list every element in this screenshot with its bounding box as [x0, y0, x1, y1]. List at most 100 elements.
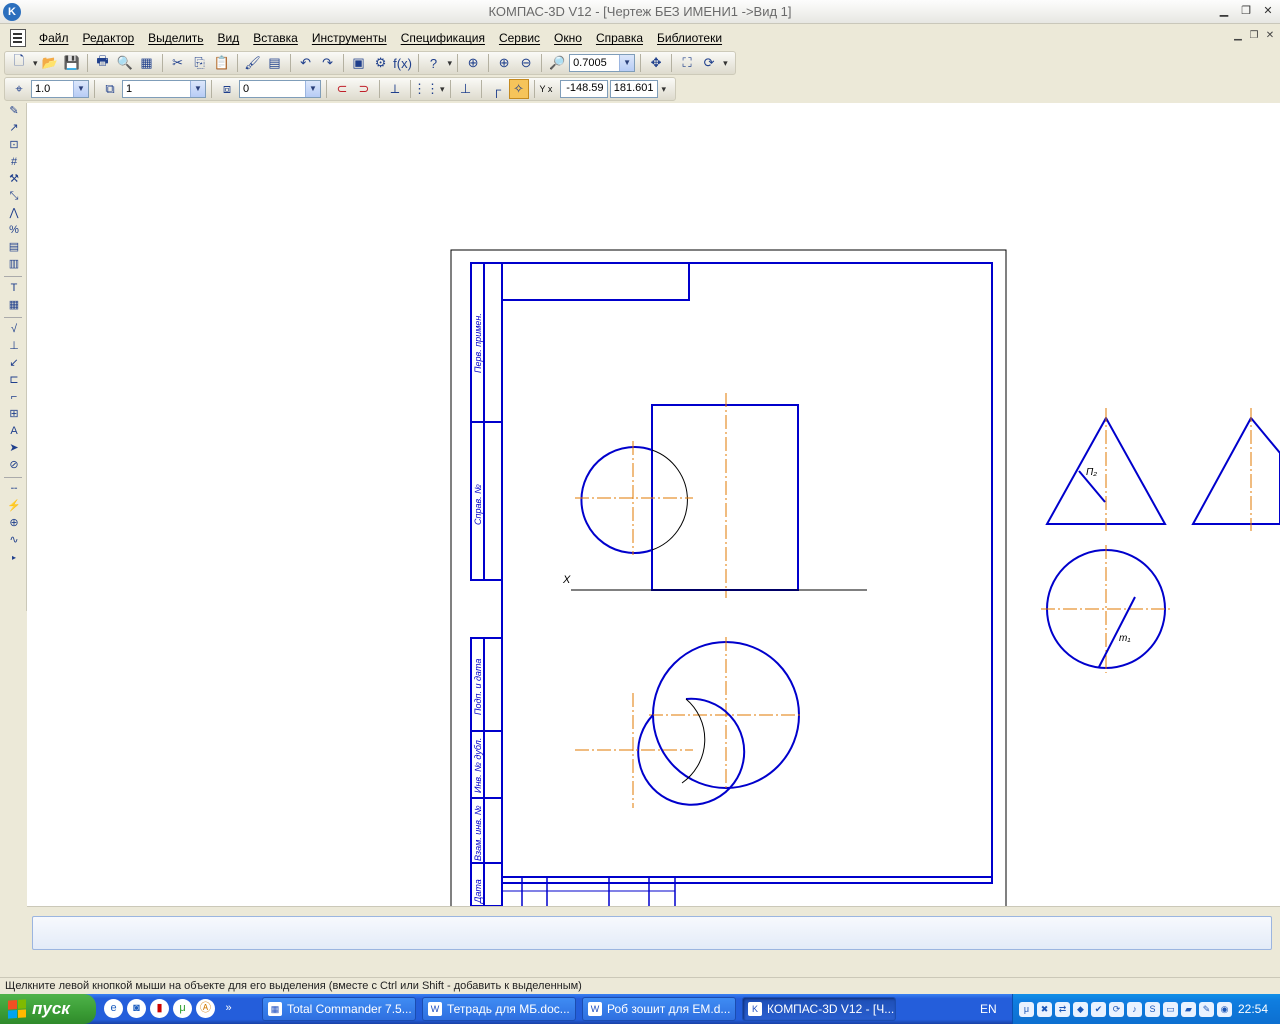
text-input-icon[interactable]: T	[3, 280, 25, 297]
zoom-scale-icon[interactable]: 🔎	[547, 53, 567, 73]
menu-window[interactable]: Окно	[547, 31, 589, 45]
property-bar[interactable]	[32, 916, 1272, 950]
selection-icon[interactable]: ⋀	[3, 205, 25, 222]
help-dropdown-icon[interactable]: ▾	[448, 58, 453, 69]
start-button[interactable]: пуск	[0, 994, 96, 1024]
menu-service[interactable]: Сервис	[492, 31, 547, 45]
properties-icon[interactable]: ▤	[265, 53, 285, 73]
roughness-icon[interactable]: √	[3, 321, 25, 338]
task-total-commander[interactable]: ▦ Total Commander 7.5...	[262, 997, 416, 1021]
refresh-icon[interactable]: ⟳	[699, 53, 719, 73]
undo-icon[interactable]: ↶	[296, 53, 316, 73]
coord-x-field[interactable]: -148.59	[559, 80, 608, 98]
maximize-icon[interactable]: ❐	[1238, 3, 1254, 19]
ortho-icon[interactable]: ⟂	[385, 79, 405, 99]
measure-icon[interactable]: ⤡	[3, 188, 25, 205]
tray-camera-icon[interactable]: ◉	[1217, 1001, 1232, 1017]
doc-close-icon[interactable]: ✕	[1264, 30, 1276, 44]
editing-icon[interactable]: #	[3, 154, 25, 171]
step-dropdown-icon[interactable]: ▼	[73, 81, 88, 97]
zoom-window-icon[interactable]: ⊕	[463, 53, 483, 73]
tray-update-icon[interactable]: ⟳	[1109, 1001, 1124, 1017]
redo-icon[interactable]: ↷	[318, 53, 338, 73]
format-brush-icon[interactable]: 🖌	[243, 53, 263, 73]
round-mode-icon[interactable]: ✧	[508, 79, 529, 99]
tray-monitor-icon[interactable]: ▭	[1163, 1001, 1178, 1017]
quicklaunch-more-icon[interactable]: »	[219, 999, 238, 1018]
wave-line-icon[interactable]: ∿	[3, 532, 25, 549]
pan-icon[interactable]: ✥	[646, 53, 666, 73]
axis-icon[interactable]: A	[3, 423, 25, 440]
centerline-icon[interactable]: ╌	[3, 481, 25, 498]
tray-volume-icon[interactable]: ♪	[1127, 1001, 1142, 1017]
center-mark-icon[interactable]: ⊕	[3, 515, 25, 532]
task-word-doc-2[interactable]: W Роб зошит для ЕМ.d...	[582, 997, 736, 1021]
clock[interactable]: 22:54	[1238, 1002, 1268, 1016]
snap-local-icon[interactable]: ⊃	[354, 79, 374, 99]
toolbar2-more-icon[interactable]: ▾	[662, 84, 667, 95]
minimize-icon[interactable]: ▁	[1216, 3, 1232, 19]
position-icon[interactable]: ⊏	[3, 372, 25, 389]
new-dropdown-icon[interactable]: ▾	[33, 58, 38, 69]
context-help-icon[interactable]: ?	[424, 53, 444, 73]
reports-icon[interactable]: ▥	[3, 256, 25, 273]
variables-icon[interactable]: f(x)	[393, 53, 413, 73]
open-folder-icon[interactable]: 📂	[40, 53, 60, 73]
layers-icon[interactable]: ⧈	[217, 79, 237, 99]
orthogonal-mode-icon[interactable]: ┌	[487, 79, 507, 99]
cursor-step-icon[interactable]: ⌖	[9, 79, 29, 99]
ie-icon[interactable]: e	[104, 999, 123, 1018]
layer-state-icon[interactable]: ⧉	[100, 79, 120, 99]
cut-line-icon[interactable]: ⊘	[3, 457, 25, 474]
pdf-icon[interactable]: ▮	[150, 999, 169, 1018]
utorrent-icon[interactable]: μ	[173, 999, 192, 1018]
show-all-icon[interactable]: ⛶	[677, 53, 697, 73]
associative-views-icon[interactable]: %	[3, 222, 25, 239]
view-arrow-icon[interactable]: ➤	[3, 440, 25, 457]
toolbar1-more-icon[interactable]: ▾	[723, 58, 728, 69]
manager-icon[interactable]: ▣	[349, 53, 369, 73]
style-combo[interactable]: 0 ▼	[239, 80, 321, 98]
outlook-icon[interactable]: ◙	[127, 999, 146, 1018]
local-cs-icon[interactable]: ⊥	[456, 79, 476, 99]
tray-folder-icon[interactable]: ▰	[1181, 1001, 1196, 1017]
layer-dropdown-icon[interactable]: ▼	[190, 81, 205, 97]
menu-view[interactable]: Вид	[211, 31, 247, 45]
language-indicator[interactable]: EN	[980, 1002, 997, 1016]
print-icon[interactable]: 🖶	[93, 53, 113, 73]
tray-network-icon[interactable]: ⇄	[1055, 1001, 1070, 1017]
menu-file[interactable]: Файл	[32, 31, 76, 45]
save-icon[interactable]: 💾	[62, 53, 82, 73]
mark-icon[interactable]: ⌐	[3, 389, 25, 406]
menu-help[interactable]: Справка	[589, 31, 650, 45]
drawing-svg[interactable]: Перв. примен. Справ. № Подп. и дата Инв.…	[27, 103, 1280, 906]
snap-magnet-icon[interactable]: ⊂	[332, 79, 352, 99]
tray-antivirus-icon[interactable]: ✖	[1037, 1001, 1052, 1017]
zoom-combo[interactable]: 0.7005 ▼	[569, 54, 636, 72]
menu-specification[interactable]: Спецификация	[394, 31, 492, 45]
doc-minimize-icon[interactable]: ▁	[1232, 30, 1244, 44]
dimensions-icon[interactable]: ↗	[3, 120, 25, 137]
table-icon[interactable]: ▦	[3, 297, 25, 314]
zoom-in-icon[interactable]: ⊕	[494, 53, 514, 73]
step-combo[interactable]: 1.0 ▼	[31, 80, 89, 98]
tray-dropbox-icon[interactable]: ◆	[1073, 1001, 1088, 1017]
coord-y-field[interactable]: 181.601	[609, 80, 658, 98]
specification-panel-icon[interactable]: ▤	[3, 239, 25, 256]
layer-combo[interactable]: 1 ▼	[122, 80, 206, 98]
base-icon[interactable]: ⊥	[3, 338, 25, 355]
print-preview-icon[interactable]: 🔍	[115, 53, 135, 73]
tray-tool-icon[interactable]: ✎	[1199, 1001, 1214, 1017]
paste-icon[interactable]: 📋	[212, 53, 232, 73]
menu-edit[interactable]: Редактор	[76, 31, 142, 45]
geometry-icon[interactable]: ✎	[3, 103, 25, 120]
kompas-app-icon[interactable]: K	[3, 3, 21, 21]
menu-tools[interactable]: Инструменты	[305, 31, 394, 45]
style-dropdown-icon[interactable]: ▼	[305, 81, 320, 97]
copy-icon[interactable]: ⎘	[190, 53, 210, 73]
designations-icon[interactable]: ⊡	[3, 137, 25, 154]
parametrization-icon[interactable]: ⚒	[3, 171, 25, 188]
doc-restore-icon[interactable]: ❐	[1248, 30, 1260, 44]
tray-utorrent-icon[interactable]: μ	[1019, 1001, 1034, 1017]
menu-select[interactable]: Выделить	[141, 31, 210, 45]
